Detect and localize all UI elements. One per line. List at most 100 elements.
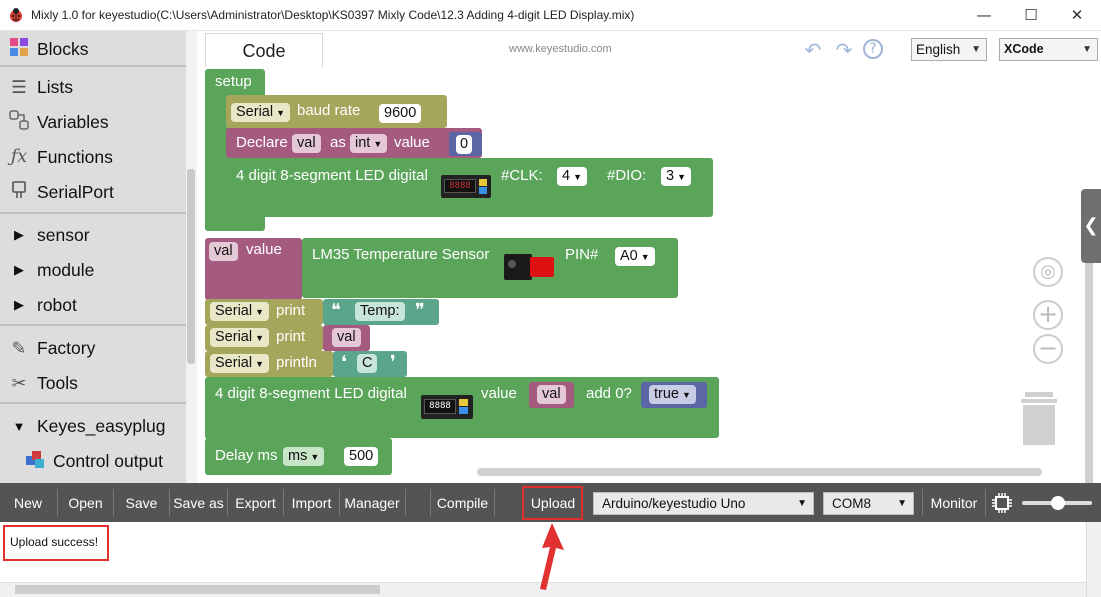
display-var-field[interactable]: val [537,385,566,404]
mixly-window: Mixly 1.0 for keyestudio(C:\Users\Admini… [0,0,1101,597]
var-val-block[interactable]: val [323,325,370,351]
language-select[interactable]: English ▼ [911,38,987,61]
chevron-down-icon: ▼ [1082,44,1092,55]
quote-open-icon: ❝ [331,300,341,320]
led-init-block[interactable]: 4 digit 8-segment LED digital 8888 #CLK:… [226,158,713,217]
output-scroll-thumb[interactable] [15,585,380,594]
recenter-icon[interactable]: ◎ [1033,257,1063,287]
setup-label: setup [215,73,252,90]
delay-block[interactable]: Delay ms ms ▼ 500 [205,438,392,475]
triangle-down-icon: ▼ [12,418,26,434]
declare-block[interactable]: Declare val as int ▼ value [226,128,482,158]
serial-println-block[interactable]: Serial ▼ println [205,351,333,377]
dio-dropdown[interactable]: 3 ▼ [661,167,691,186]
delay-unit-dropdown[interactable]: ms ▼ [283,447,325,466]
blockly-workspace[interactable]: Code www.keyestudio.com ↶ ↷ ? English ▼ X… [197,31,1101,483]
text-c-input[interactable]: C [357,354,378,373]
triangle-right-icon: ▶ [14,262,24,277]
sidebar-item-blocks[interactable]: Blocks [6,34,89,64]
output-vertical-scrollbar[interactable] [1086,522,1101,597]
sidebar-item-control-output[interactable]: Control output [22,446,163,476]
toolbox-sidebar: Blocks ☰ Lists Variables ƒx Functions Se… [0,31,197,483]
sidebar-item-module[interactable]: ▶ module [6,255,94,285]
sidebar-item-sensor[interactable]: ▶ sensor [6,220,90,250]
chip-icon[interactable] [991,492,1013,514]
redo-icon[interactable]: ↷ [833,39,855,61]
manager-button[interactable]: Manager [340,483,404,522]
workspace-horizontal-scrollbar[interactable] [477,468,1042,476]
monitor-button[interactable]: Monitor [924,483,984,522]
text-temp-block[interactable]: ❝ Temp: ❞ [323,299,439,325]
sidebar-item-tools[interactable]: ✂ Tools [6,368,78,398]
print-label: print [276,328,306,345]
sidebar-item-robot[interactable]: ▶ robot [6,290,77,320]
maximize-button[interactable]: ☐ [1017,4,1045,26]
collapse-panel-button[interactable]: ❮ [1081,189,1101,263]
serial-icon [6,180,32,205]
sidebar-item-keyes-easyplug[interactable]: ▼ Keyes_easyplug [6,411,166,441]
save-button[interactable]: Save [114,483,169,522]
theme-select[interactable]: XCode ▼ [999,38,1098,61]
zoom-slider-handle[interactable] [1051,496,1065,510]
led-display-icon: 8888 [421,395,473,419]
tab-code[interactable]: Code [205,33,323,67]
serial-dropdown[interactable]: Serial ▼ [210,302,269,321]
lm35-block[interactable]: LM35 Temperature Sensor PIN# A0 ▼ [302,238,678,298]
sidebar-item-lists[interactable]: ☰ Lists [6,72,73,102]
print-label: print [276,302,306,319]
serial-baud-block[interactable]: Serial ▼ baud rate 9600 [226,95,447,128]
serial-dropdown[interactable]: Serial ▼ [231,103,290,122]
window-title: Mixly 1.0 for keyestudio(C:\Users\Admini… [31,8,635,22]
type-dropdown[interactable]: int ▼ [350,134,388,153]
var-val-field[interactable]: val [332,328,361,347]
sidebar-item-functions[interactable]: ƒx Functions [6,142,113,172]
new-button[interactable]: New [0,483,56,522]
sidebar-item-variables[interactable]: Variables [6,107,109,137]
serial-print-temp-block[interactable]: Serial ▼ print [205,299,323,325]
baud-rate-input[interactable]: 9600 [379,104,422,123]
save-as-button[interactable]: Save as [170,483,227,522]
sidebar-item-factory[interactable]: ✎ Factory [6,333,96,363]
assign-var-field[interactable]: val [209,242,238,261]
declare-label: Declare [236,134,288,151]
board-select[interactable]: Arduino/keyestudio Uno ▼ [593,492,814,515]
help-icon[interactable]: ? [863,39,883,59]
close-button[interactable]: ✕ [1063,4,1091,26]
assign-val-block[interactable]: val value [205,238,302,300]
site-url: www.keyestudio.com [509,43,612,55]
import-button[interactable]: Import [284,483,339,522]
function-icon: ƒx [10,147,28,167]
zoom-out-icon[interactable]: − [1033,334,1063,364]
output-highlight [3,525,109,561]
serial-print-val-block[interactable]: Serial ▼ print [205,325,323,351]
display-var-val-block[interactable]: val [529,382,574,408]
open-button[interactable]: Open [58,483,113,522]
title-bar: Mixly 1.0 for keyestudio(C:\Users\Admini… [0,0,1101,31]
export-button[interactable]: Export [228,483,283,522]
boolean-block[interactable]: true ▼ [641,382,707,408]
puzzle-icon [6,36,32,63]
display-value-label: value [481,385,517,402]
boolean-dropdown[interactable]: true ▼ [649,385,696,404]
undo-icon[interactable]: ↶ [802,39,824,61]
assign-value-label: value [246,241,282,258]
text-c-block[interactable]: ❛ C ❜ [333,351,407,377]
port-select[interactable]: COM8 ▼ [823,492,914,515]
println-label: println [276,354,317,371]
delay-input[interactable]: 500 [344,447,379,466]
sidebar-scroll-thumb[interactable] [187,169,195,364]
sidebar-item-serialport[interactable]: SerialPort [6,177,114,207]
minimize-button[interactable]: — [970,4,998,26]
declare-var-field[interactable]: val [292,134,321,153]
ladybug-app-icon [10,8,22,22]
serial-dropdown[interactable]: Serial ▼ [210,328,269,347]
text-temp-input[interactable]: Temp: [355,302,405,321]
number-input[interactable]: 0 [456,135,473,154]
serial-dropdown[interactable]: Serial ▼ [210,354,269,373]
number-block[interactable]: 0 [449,132,482,156]
pin-dropdown[interactable]: A0 ▼ [615,247,655,266]
compile-button[interactable]: Compile [431,483,494,522]
trash-icon[interactable] [1017,387,1061,447]
zoom-in-icon[interactable]: + [1033,300,1063,330]
clk-dropdown[interactable]: 4 ▼ [557,167,587,186]
